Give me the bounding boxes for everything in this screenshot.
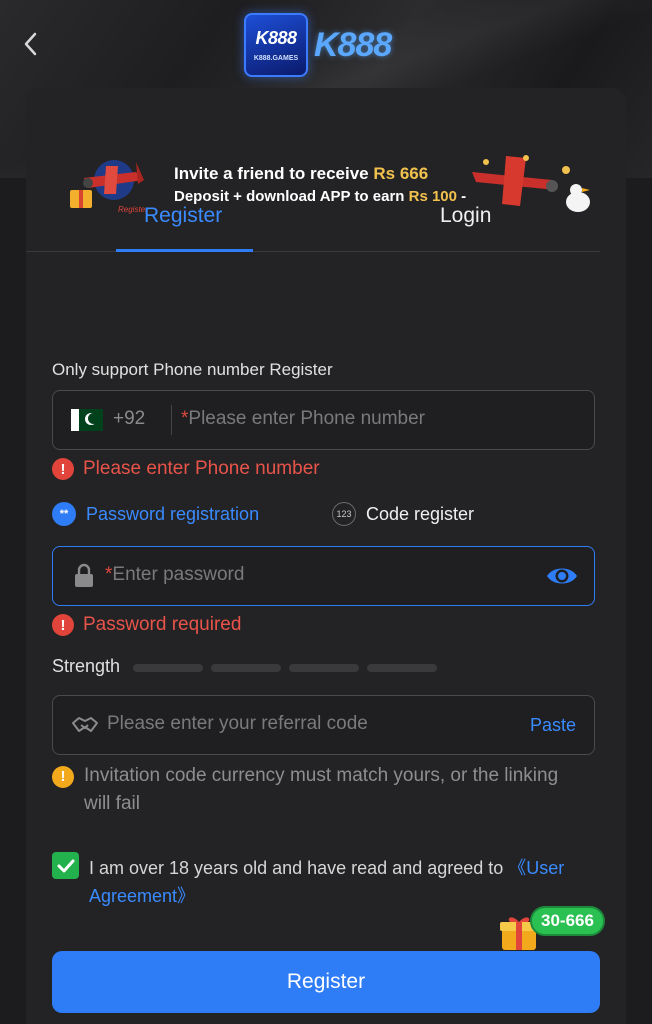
logo-badge-text: K888 <box>255 28 297 48</box>
pakistan-flag-icon <box>71 409 103 431</box>
logo-badge-subtext: K888.GAMES <box>253 55 299 62</box>
option-password-registration[interactable]: ** Password registration <box>52 502 259 526</box>
error-icon: ! <box>52 458 74 480</box>
agreement-checkbox[interactable] <box>52 852 79 879</box>
active-tab-indicator <box>116 249 253 252</box>
referral-warning-text: Invitation code currency must match your… <box>84 765 559 814</box>
back-button[interactable] <box>14 28 46 60</box>
handshake-icon <box>72 717 98 732</box>
phone-field[interactable]: +92 *Please enter Phone number <box>52 390 595 450</box>
password-method-icon: ** <box>52 502 76 526</box>
phone-placeholder: *Please enter Phone number <box>181 408 425 430</box>
error-icon: ! <box>52 614 74 636</box>
password-error-text: Password required <box>83 614 242 635</box>
logo-badge: K888 K888.GAMES <box>244 13 308 77</box>
option-password-label: Password registration <box>86 503 260 524</box>
referral-warning: ! Invitation code currency must match yo… <box>52 762 572 818</box>
referral-field[interactable]: Please enter your referral code Paste <box>52 695 595 755</box>
agreement-text: I am over 18 years old and have read and… <box>89 854 594 910</box>
tab-login[interactable]: Login <box>440 204 491 228</box>
paste-button[interactable]: Paste <box>530 715 576 736</box>
eye-icon[interactable] <box>546 564 578 588</box>
strength-segment-1 <box>133 664 203 672</box>
logo-wordmark: K888 <box>314 25 392 64</box>
warning-icon: ! <box>52 766 74 788</box>
lock-icon <box>75 563 93 587</box>
strength-segment-4 <box>367 664 437 672</box>
auth-tabs: Register Login <box>26 188 600 252</box>
strength-segment-3 <box>289 664 359 672</box>
password-field[interactable]: *Enter password <box>52 546 595 606</box>
option-code-label: Code register <box>366 503 475 524</box>
banner-line-1: Invite a friend to receive Rs 666 <box>174 164 428 184</box>
banner-line-1-text: Invite a friend to receive <box>174 164 369 183</box>
phone-error: ! Please enter Phone number <box>52 458 320 480</box>
password-error: ! Password required <box>52 614 241 636</box>
country-code[interactable]: +92 <box>113 408 145 430</box>
agreement-statement: I am over 18 years old and have read and… <box>89 858 509 878</box>
option-code-register[interactable]: 123 Code register <box>332 502 474 526</box>
banner-amount-1: Rs 666 <box>373 164 429 183</box>
referral-placeholder: Please enter your referral code <box>107 713 368 734</box>
phone-error-text: Please enter Phone number <box>83 458 320 479</box>
tab-register[interactable]: Register <box>144 204 222 228</box>
register-method-options: ** Password registration 123 Code regist… <box>52 502 595 530</box>
password-placeholder: *Enter password <box>105 564 244 586</box>
back-arrow-icon <box>24 32 37 56</box>
support-label: Only support Phone number Register <box>52 360 333 379</box>
phone-placeholder-text: Please enter Phone number <box>188 408 426 429</box>
code-method-icon: 123 <box>332 502 356 526</box>
strength-segment-2 <box>211 664 281 672</box>
register-submit-button[interactable]: Register <box>52 951 600 1013</box>
password-placeholder-text: Enter password <box>112 564 245 585</box>
brand-logo: K888 K888.GAMES K888 <box>244 12 392 78</box>
strength-label: Strength <box>52 656 121 676</box>
promo-badge[interactable]: 30-666 <box>530 906 605 936</box>
check-icon <box>57 859 74 872</box>
phone-divider <box>171 405 172 435</box>
